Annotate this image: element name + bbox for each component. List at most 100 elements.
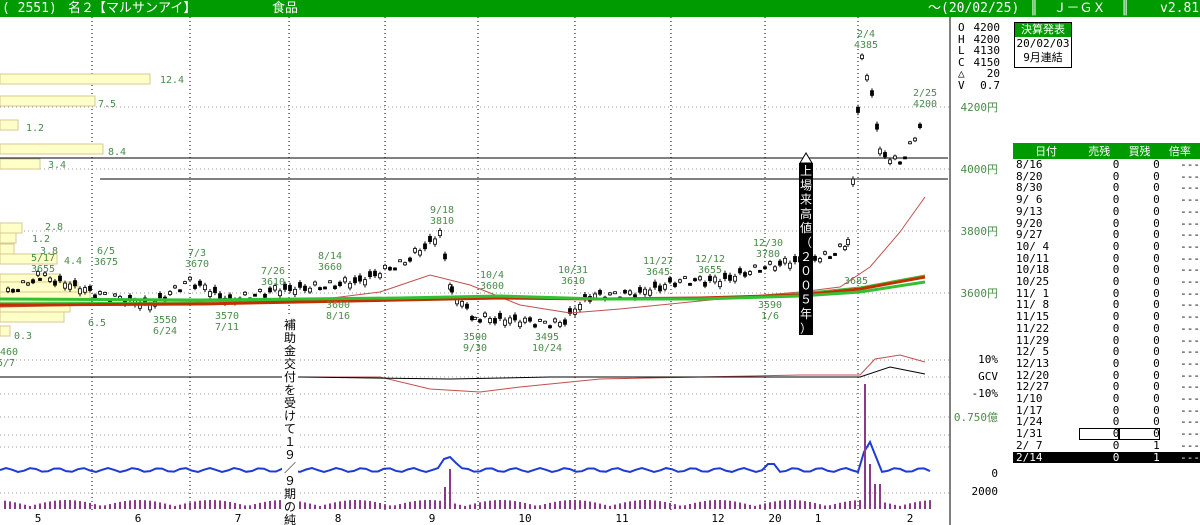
vertical-annotation-char: の [284,500,296,514]
high-annotation-char: 年 [800,307,812,321]
volume-profile-label: 4.4 [64,256,82,267]
volume-bar [509,500,511,509]
volume-bar [69,500,71,509]
ohlc-label-4: △ [958,67,965,80]
volume-bar [404,502,406,509]
candle-body [388,267,392,271]
volume-bar [104,505,106,509]
margin-cell: 0 [1112,321,1120,335]
high-annotation-char: ５ [800,293,812,307]
candle-body [718,281,722,288]
volume-bar [524,502,526,509]
candle-body [483,312,487,317]
margin-cell: 0 [1112,438,1120,452]
margin-cell: --- [1180,204,1200,218]
volume-bar [44,502,46,509]
volume-bar [359,500,361,509]
ohlc-label-1: H [958,32,965,46]
candle-body [878,148,882,155]
volume-bar [279,500,281,509]
volume-bar [799,500,801,509]
volume-bar [474,503,476,509]
volume-bar [314,504,316,509]
margin-cell: 0 [1153,204,1160,218]
candle-body [373,270,377,277]
margin-cell: 2/14 [1013,451,1080,464]
volume-bar [484,501,486,509]
volume-bar [619,503,621,509]
ohlc-value-3: 4150 [973,55,1001,69]
candle-body [773,266,777,271]
volume-bar [534,505,536,509]
candle-body [488,318,492,324]
volume-bar [589,501,591,509]
price-callout-value: 3600 [480,281,504,292]
volume-bar [544,503,546,509]
volume-bar [424,500,426,509]
candle-body [450,286,454,293]
candle-body [68,283,72,290]
margin-row[interactable]: 2/ 7 0 1 --- [1013,440,1200,452]
candle-body [338,281,342,286]
market-label: 名２ [68,1,95,16]
volume-bar [609,505,611,509]
month-label: 12 [711,512,724,525]
volume-profile-label: 8.4 [108,147,126,158]
margin-cell: 0 [1153,275,1160,289]
volume-bar [49,501,51,509]
margin-cell: --- [1180,158,1200,171]
margin-row[interactable]: 12/13 0 0 --- [1013,358,1200,370]
margin-row[interactable]: 11/22 0 0 --- [1013,323,1200,335]
volume-bar [94,504,96,509]
month-label: 11 [615,512,628,525]
volume-profile-label: 7.5 [98,99,116,110]
volume-bar [739,502,741,509]
oscillator-line [0,354,926,393]
margin-cell: --- [1180,275,1200,289]
volume-bar [764,503,766,509]
candle-body [823,251,827,255]
volume-profile-label: 1.2 [26,123,44,134]
period-label: ～(20/02/25) [928,1,1020,16]
volume-profile-bar [0,143,104,155]
volume-bar [154,501,156,509]
candle-body [493,318,497,324]
volume-bar [819,504,821,509]
price-axis-label: 4000円 [961,163,999,176]
candle-body [53,280,57,286]
margin-cell: 0 [1153,321,1160,335]
candle-body [168,291,172,295]
candle-body [846,239,850,245]
candle-body [838,243,842,247]
candle-body [328,280,332,284]
volume-bar [234,502,236,509]
price-callout-value: 4200 [913,99,937,110]
candle-body [548,325,552,329]
volume-bar [179,504,181,509]
volume-bar [729,500,731,509]
margin-cell: 8/16 [1016,158,1043,171]
margin-cell: 0 [1153,392,1160,406]
margin-row[interactable]: 8/16 0 0 --- [1013,159,1200,171]
candle-body [438,230,442,236]
filter-label: ║ Ｊ－ＧＸ ║ [1030,1,1129,16]
candle-body [713,276,717,283]
candle-body [703,282,707,287]
candle-body [833,253,837,256]
price-callout-date: 5/17 [31,253,55,264]
oscillator-axis-label: -10% [972,387,999,400]
price-chart[interactable]: 12.47.51.28.43.42.81.23.84.46.50.34200円4… [0,17,1010,525]
candle-body [748,271,752,275]
margin-row[interactable]: 10/25 0 0 --- [1013,276,1200,288]
margin-row[interactable]: 9/13 0 0 --- [1013,206,1200,218]
candle-body [523,317,527,323]
volume-bar [304,502,306,509]
margin-row[interactable]: 1/10 0 0 --- [1013,393,1200,405]
candle-body [408,257,412,262]
ohlc-label-0: O [958,21,965,34]
volume-bar [884,502,886,509]
volume-bar [824,505,826,509]
margin-row[interactable]: 2/14 0 1 --- [1013,451,1200,464]
margin-row[interactable]: 10/ 4 0 0 --- [1013,241,1200,253]
vertical-annotation-char: 期 [284,487,296,501]
